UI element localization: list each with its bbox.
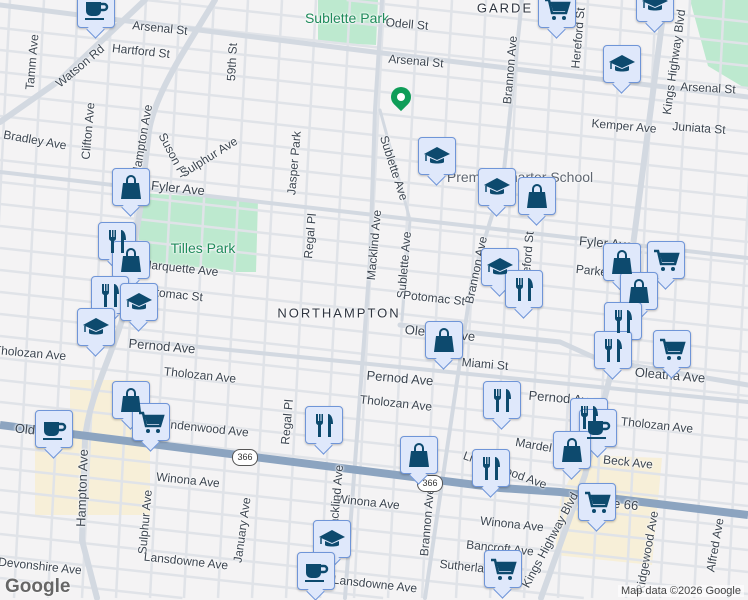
- restaurant-marker[interactable]: [483, 381, 521, 419]
- coffee-shop-marker[interactable]: [297, 552, 335, 590]
- street-label: 59th St: [224, 42, 240, 82]
- coffee-icon: [82, 0, 110, 23]
- shopping-marker[interactable]: [603, 243, 641, 281]
- shopping-marker[interactable]: [425, 321, 463, 359]
- park-label: Tilles Park: [170, 240, 236, 256]
- school-icon: [82, 313, 110, 341]
- cart-icon: [543, 0, 571, 23]
- grocery-marker[interactable]: [538, 0, 576, 28]
- school-marker[interactable]: [478, 168, 516, 206]
- google-logo: Google: [5, 576, 71, 597]
- coffee-icon: [302, 557, 330, 585]
- restaurant-marker[interactable]: [594, 331, 632, 369]
- street-label: Old: [14, 420, 36, 438]
- coffee-shop-marker[interactable]: [35, 410, 73, 448]
- shopping-bag-icon: [558, 436, 586, 464]
- school-marker[interactable]: [313, 520, 351, 558]
- coffee-icon: [584, 414, 612, 442]
- restaurant-icon: [599, 336, 627, 364]
- school-marker[interactable]: [120, 283, 158, 321]
- shopping-bag-icon: [608, 248, 636, 276]
- school-marker[interactable]: [77, 308, 115, 346]
- restaurant-marker[interactable]: [91, 276, 129, 314]
- shopping-marker[interactable]: [400, 436, 438, 474]
- grocery-marker[interactable]: [578, 483, 616, 521]
- cart-icon: [489, 555, 517, 583]
- minor-street: [0, 0, 12, 225]
- grocery-marker[interactable]: [484, 550, 522, 588]
- map-attribution: Map data ©2026 Google: [617, 585, 744, 597]
- school-icon: [423, 142, 451, 170]
- map-canvas[interactable]: Sublette Park Tilles Park NORTHAMPTON GA…: [0, 0, 748, 600]
- neighborhood-label: NORTHAMPTON: [277, 305, 401, 321]
- route-366-shield: 366: [232, 449, 258, 466]
- school-icon: [318, 525, 346, 553]
- restaurant-icon: [310, 411, 338, 439]
- minor-street: [284, 0, 318, 599]
- shopping-bag-icon: [117, 246, 145, 274]
- grocery-marker[interactable]: [653, 330, 691, 368]
- cart-icon: [137, 408, 165, 436]
- restaurant-icon: [488, 386, 516, 414]
- grocery-marker[interactable]: [647, 241, 685, 279]
- shopping-bag-icon: [405, 441, 433, 469]
- cart-icon: [652, 246, 680, 274]
- coffee-shop-marker[interactable]: [77, 0, 115, 28]
- coffee-icon: [40, 415, 68, 443]
- school-icon: [608, 50, 636, 78]
- park-label: Sublette Park: [304, 10, 390, 26]
- school-marker[interactable]: [418, 137, 456, 175]
- shopping-marker[interactable]: [553, 431, 591, 469]
- restaurant-marker[interactable]: [505, 270, 543, 308]
- shopping-bag-icon: [430, 326, 458, 354]
- grocery-marker[interactable]: [132, 403, 170, 441]
- shopping-marker[interactable]: [620, 272, 658, 310]
- restaurant-icon: [510, 275, 538, 303]
- restaurant-marker[interactable]: [305, 406, 343, 444]
- school-icon: [641, 0, 669, 17]
- school-icon: [125, 288, 153, 316]
- school-marker[interactable]: [636, 0, 674, 22]
- school-icon: [483, 173, 511, 201]
- shopping-bag-icon: [523, 182, 551, 210]
- shopping-bag-icon: [117, 173, 145, 201]
- street-label: Hampton Ave: [73, 448, 91, 528]
- school-marker[interactable]: [603, 45, 641, 83]
- shopping-marker[interactable]: [518, 177, 556, 215]
- shopping-marker[interactable]: [112, 241, 150, 279]
- shopping-marker[interactable]: [112, 168, 150, 206]
- neighborhood-label: GARDE: [476, 0, 534, 16]
- cart-icon: [583, 488, 611, 516]
- restaurant-icon: [477, 454, 505, 482]
- restaurant-marker[interactable]: [472, 449, 510, 487]
- restaurant-marker[interactable]: [604, 302, 642, 340]
- cart-icon: [658, 335, 686, 363]
- shopping-bag-icon: [625, 277, 653, 305]
- restaurant-icon: [609, 307, 637, 335]
- street-label: Arsenal St: [679, 79, 737, 97]
- restaurant-icon: [96, 281, 124, 309]
